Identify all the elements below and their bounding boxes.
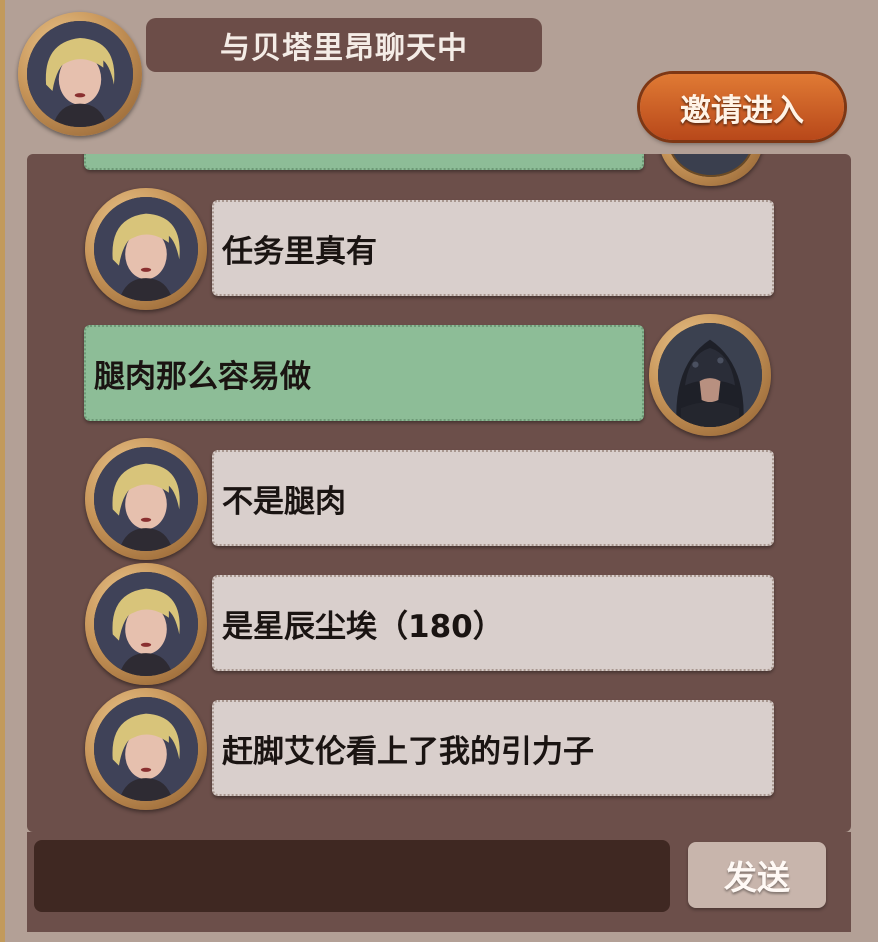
- blonde-portrait-icon: [94, 697, 198, 801]
- blonde-portrait-icon: [94, 447, 198, 551]
- message-bubble: 腿肉那么容易做: [84, 325, 644, 421]
- chat-history[interactable]: 任务里真有 腿肉那么容易做 不是腿肉 是星辰尘埃（180） 赶脚艾伦看上了我的引…: [27, 154, 851, 832]
- send-button[interactable]: 发送: [688, 842, 826, 908]
- self-avatar-partial: [659, 154, 763, 186]
- message-bubble: 赶脚艾伦看上了我的引力子: [212, 700, 774, 796]
- contact-avatar[interactable]: [85, 563, 207, 685]
- hooded-portrait-icon: [668, 154, 754, 177]
- blonde-portrait-icon: [27, 21, 133, 127]
- contact-avatar[interactable]: [18, 12, 142, 136]
- self-avatar[interactable]: [649, 314, 771, 436]
- message-bubble: 是星辰尘埃（180）: [212, 575, 774, 671]
- invite-button[interactable]: 邀请进入: [640, 74, 844, 140]
- message-input[interactable]: [34, 840, 670, 912]
- hooded-portrait-icon: [658, 323, 762, 427]
- chat-title: 与贝塔里昂聊天中: [146, 18, 542, 72]
- message-bubble-partial: [84, 154, 644, 170]
- contact-avatar[interactable]: [85, 438, 207, 560]
- message-bubble: 不是腿肉: [212, 450, 774, 546]
- contact-avatar[interactable]: [85, 188, 207, 310]
- message-bubble: 任务里真有: [212, 200, 774, 296]
- blonde-portrait-icon: [94, 572, 198, 676]
- window-edge: [0, 0, 5, 942]
- blonde-portrait-icon: [94, 197, 198, 301]
- contact-avatar[interactable]: [85, 688, 207, 810]
